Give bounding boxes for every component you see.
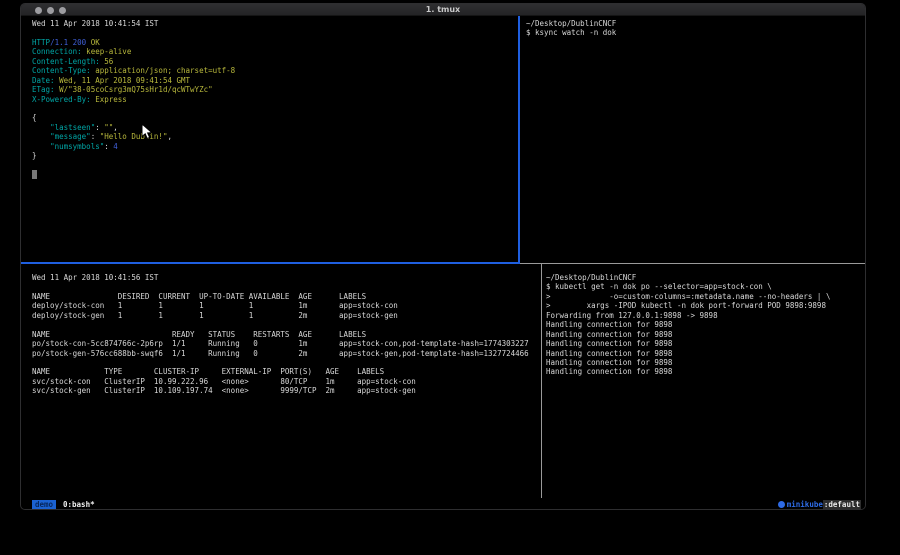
pane-divider-horizontal[interactable] bbox=[520, 263, 866, 264]
terminal-line: "lastseen": "", bbox=[32, 123, 518, 132]
terminal-line: } bbox=[32, 151, 518, 160]
terminal-line: svc/stock-gen ClusterIP 10.109.197.74 <n… bbox=[32, 386, 541, 395]
terminal-line: > -o=custom-columns=:metadata.name --no-… bbox=[546, 292, 866, 301]
terminal-line: po/stock-con-5cc874766c-2p6rp 1/1 Runnin… bbox=[32, 339, 541, 348]
terminal-line: ETag: W/"38-05coCsrg3mQ75sHr1d/qcWTwYZc" bbox=[32, 85, 518, 94]
kubernetes-icon bbox=[778, 501, 785, 508]
terminal-line: X-Powered-By: Express bbox=[32, 95, 518, 104]
terminal-line: svc/stock-con ClusterIP 10.99.222.96 <no… bbox=[32, 377, 541, 386]
pane-divider-horizontal-active[interactable] bbox=[21, 262, 520, 264]
terminal-line: Content-Type: application/json; charset=… bbox=[32, 66, 518, 75]
terminal-line bbox=[32, 28, 518, 37]
terminal-line: Date: Wed, 11 Apr 2018 09:41:54 GMT bbox=[32, 76, 518, 85]
terminal-line: deploy/stock-con 1 1 1 1 1m app=stock-co… bbox=[32, 301, 541, 310]
terminal-line: Handling connection for 9898 bbox=[546, 367, 866, 376]
terminal-line: $ ksync watch -n dok bbox=[526, 28, 866, 37]
pane-divider-vertical-top[interactable] bbox=[518, 16, 520, 264]
pane-port-forward[interactable]: ~/Desktop/DublinCNCF$ kubectl get -n dok… bbox=[542, 264, 866, 498]
session-name-badge[interactable]: demo bbox=[32, 500, 56, 510]
tmux-status-bar: demo 0:bash* minikube:default bbox=[21, 498, 865, 510]
terminal-line: NAME TYPE CLUSTER-IP EXTERNAL-IP PORT(S)… bbox=[32, 367, 541, 376]
terminal-line: Connection: keep-alive bbox=[32, 47, 518, 56]
terminal-line: Content-Length: 56 bbox=[32, 57, 518, 66]
pane-divider-vertical-bottom[interactable] bbox=[541, 264, 542, 498]
terminal-line: NAME READY STATUS RESTARTS AGE LABELS bbox=[32, 330, 541, 339]
terminal-line: ~/Desktop/DublinCNCF bbox=[526, 19, 866, 28]
pane-ksync[interactable]: ~/Desktop/DublinCNCF$ ksync watch -n dok bbox=[521, 16, 866, 262]
window-tab-label[interactable]: 0:bash* bbox=[63, 498, 95, 510]
terminal-line: Handling connection for 9898 bbox=[546, 349, 866, 358]
terminal-window: 1. tmux Wed 11 Apr 2018 10:41:54 IST HTT… bbox=[20, 3, 866, 510]
terminal-line bbox=[32, 320, 541, 329]
window-titlebar[interactable]: 1. tmux bbox=[21, 4, 865, 16]
terminal-line: { bbox=[32, 113, 518, 122]
terminal-line bbox=[32, 104, 518, 113]
terminal-line bbox=[32, 358, 541, 367]
terminal-line: ~/Desktop/DublinCNCF bbox=[546, 273, 866, 282]
terminal-line: HTTP/1.1 200 OK bbox=[32, 38, 518, 47]
terminal-line: Forwarding from 127.0.0.1:9898 -> 9898 bbox=[546, 311, 866, 320]
kube-namespace-label: :default bbox=[823, 500, 861, 509]
terminal-line: Wed 11 Apr 2018 10:41:56 IST bbox=[32, 273, 541, 282]
terminal-line: NAME DESIRED CURRENT UP-TO-DATE AVAILABL… bbox=[32, 292, 541, 301]
pane-kubectl-get[interactable]: Wed 11 Apr 2018 10:41:56 IST NAME DESIRE… bbox=[21, 264, 541, 498]
mouse-pointer-icon bbox=[141, 123, 153, 141]
terminal-line: Wed 11 Apr 2018 10:41:54 IST bbox=[32, 19, 518, 28]
terminal-line: "numsymbols": 4 bbox=[32, 142, 518, 151]
pane-http-response[interactable]: Wed 11 Apr 2018 10:41:54 IST HTTP/1.1 20… bbox=[21, 16, 518, 262]
terminal-line: Handling connection for 9898 bbox=[546, 330, 866, 339]
terminal-line: > xargs -IPOD kubectl -n dok port-forwar… bbox=[546, 301, 866, 310]
status-right: minikube:default bbox=[778, 498, 861, 510]
terminal-line bbox=[32, 161, 518, 170]
terminal-line: po/stock-gen-576cc688bb-swqf6 1/1 Runnin… bbox=[32, 349, 541, 358]
terminal-line: Handling connection for 9898 bbox=[546, 358, 866, 367]
window-title: 1. tmux bbox=[21, 5, 865, 14]
terminal-line: "message": "Hello Dublin!", bbox=[32, 132, 518, 141]
terminal-line: deploy/stock-gen 1 1 1 1 2m app=stock-ge… bbox=[32, 311, 541, 320]
terminal-line bbox=[32, 282, 541, 291]
terminal-line bbox=[32, 170, 518, 179]
terminal-line: Handling connection for 9898 bbox=[546, 339, 866, 348]
terminal-line: Handling connection for 9898 bbox=[546, 320, 866, 329]
kube-context-label: minikube bbox=[787, 500, 823, 509]
terminal-line: $ kubectl get -n dok po --selector=app=s… bbox=[546, 282, 866, 291]
